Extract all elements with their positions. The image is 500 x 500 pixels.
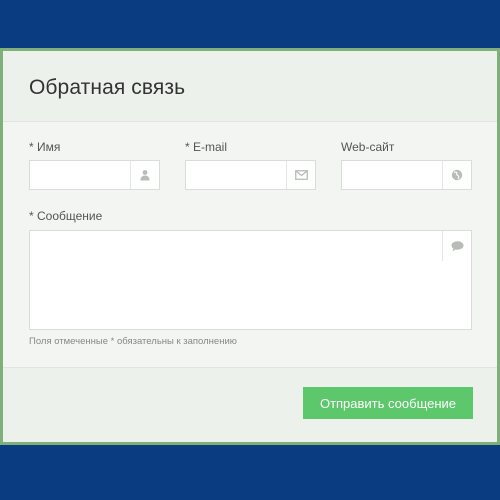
email-label: * E-mail (185, 140, 228, 154)
submit-button[interactable]: Отправить сообщение (303, 387, 473, 419)
email-field[interactable] (185, 160, 316, 190)
website-field[interactable] (341, 160, 472, 190)
form-footer: Отправить сообщение (3, 367, 497, 442)
name-label: * Имя (29, 140, 61, 154)
globe-icon (442, 161, 471, 189)
form-body: * Имя * E-mail Web-сайт * Сообщение Поля… (3, 122, 497, 367)
form-title: Обратная связь (29, 76, 186, 99)
envelope-icon (286, 161, 315, 189)
website-label: Web-сайт (341, 140, 395, 154)
feedback-form: Обратная связь * Имя * E-mail Web-сайт *… (0, 48, 500, 445)
name-field[interactable] (29, 160, 160, 190)
message-textarea[interactable] (29, 230, 472, 330)
required-fields-note: Поля отмеченные * обязательны к заполнен… (29, 336, 237, 347)
speech-bubble-icon (442, 231, 471, 261)
top-background-band (0, 0, 500, 48)
message-label: * Сообщение (29, 209, 103, 223)
bottom-background-band (0, 445, 500, 500)
form-header: Обратная связь (3, 51, 497, 122)
user-icon (130, 161, 159, 189)
